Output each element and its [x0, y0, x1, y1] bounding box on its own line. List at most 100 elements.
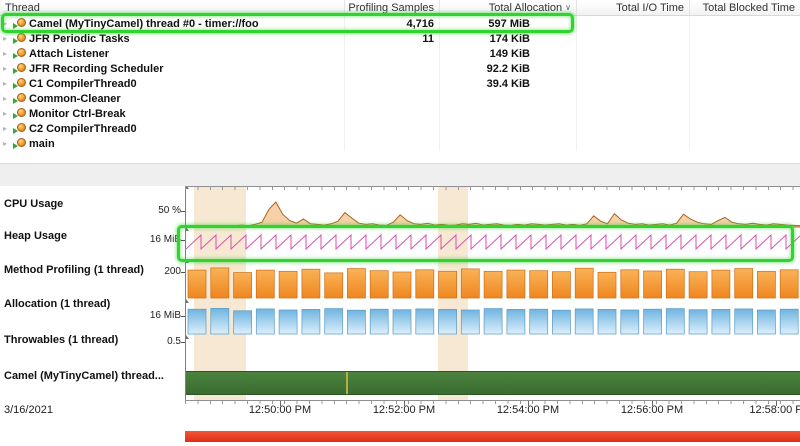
thread-name: Monitor Ctrl-Break — [29, 108, 126, 120]
axis-value-label: 16 MiB — [150, 310, 181, 321]
thread-name-cell: ▸JFR Periodic Tasks — [0, 31, 345, 46]
thread-name: Camel (MyTinyCamel) thread #0 - timer://… — [29, 18, 259, 30]
table-body: ▸ Camel (MyTinyCamel) thread #0 - timer:/… — [0, 16, 800, 151]
timeline-row-label-cpu-usage: CPU Usage — [4, 198, 63, 210]
column-header-label: Thread — [5, 2, 40, 14]
thread-ball-icon — [17, 18, 26, 27]
total-allocation-value: 597 MiB — [440, 16, 577, 31]
thread-name-cell: ▸JFR Recording Scheduler — [0, 61, 345, 76]
total-blocked-time-value — [690, 136, 800, 151]
thread-icon — [13, 78, 26, 89]
disclosure-triangle-icon[interactable]: ▸ — [3, 109, 10, 118]
thread-running-arrow-icon — [13, 23, 18, 29]
date-label: 3/16/2021 — [4, 404, 53, 416]
thread-icon — [13, 63, 26, 74]
total-blocked-time-value — [690, 76, 800, 91]
total-blocked-time-value — [690, 106, 800, 121]
threads-table: Thread Profiling Samples Total Allocation∨… — [0, 0, 800, 163]
table-row[interactable]: ▸ main — [0, 136, 800, 151]
disclosure-triangle-icon[interactable]: ▸ — [3, 49, 10, 58]
total-allocation-value — [440, 91, 577, 106]
thread-ball-icon — [17, 33, 26, 42]
thread-event-tick — [346, 372, 348, 394]
disclosure-triangle-icon[interactable]: ▸ — [3, 124, 10, 133]
disclosure-triangle-icon[interactable]: ▸ — [3, 94, 10, 103]
total-allocation-value: 39.4 KiB — [440, 76, 577, 91]
disclosure-triangle-icon[interactable]: ▸ — [3, 64, 10, 73]
thread-ball-icon — [17, 48, 26, 57]
thread-icon — [13, 108, 26, 119]
total-io-time-value — [577, 61, 690, 76]
disclosure-triangle-icon[interactable]: ▸ — [3, 139, 10, 148]
timeline-selection-bar[interactable] — [185, 431, 800, 442]
chart-heap-usage[interactable] — [186, 228, 800, 260]
timeline-row-label-heap-usage: Heap Usage — [4, 230, 67, 242]
thread-name-cell: ▸ Monitor Ctrl-Break — [0, 106, 345, 121]
chart-cpu-usage[interactable] — [186, 186, 800, 228]
profiler-window: Thread Profiling Samples Total Allocation∨… — [0, 0, 800, 446]
total-blocked-time-value — [690, 121, 800, 136]
profiling-samples-value: 11 — [345, 31, 440, 46]
sort-descending-icon: ∨ — [565, 3, 571, 12]
thread-name: C1 CompilerThread0 — [29, 78, 137, 90]
time-tick-label: 12:58:00 P — [749, 404, 800, 416]
table-row[interactable]: ▸ Common-Cleaner — [0, 91, 800, 106]
thread-running-arrow-icon — [13, 128, 18, 134]
total-io-time-value — [577, 136, 690, 151]
thread-ball-icon — [17, 138, 26, 147]
chart-throwables[interactable] — [186, 336, 800, 368]
axis-value-label: 50 % — [158, 205, 181, 216]
timeline-row-label-camel-mytinycamel-thread: Camel (MyTinyCamel) thread... — [4, 370, 164, 382]
total-allocation-value: 174 KiB — [440, 31, 577, 46]
total-blocked-time-value — [690, 16, 800, 31]
table-row[interactable]: ▸Attach Listener149 KiB — [0, 46, 800, 61]
timeline-chart-area[interactable] — [185, 186, 800, 400]
table-row[interactable]: ▸JFR Periodic Tasks11174 KiB — [0, 31, 800, 46]
table-row[interactable]: ▸ Camel (MyTinyCamel) thread #0 - timer:/… — [0, 16, 800, 31]
timeline-row-label-allocation-1-thread: Allocation (1 thread) — [4, 298, 110, 310]
table-row[interactable]: ▸ C1 CompilerThread0 39.4 KiB — [0, 76, 800, 91]
thread-icon — [13, 18, 26, 29]
disclosure-triangle-icon[interactable]: ▸ — [3, 19, 10, 28]
column-header-total-i-o-time[interactable]: Total I/O Time — [577, 0, 690, 15]
profiling-samples-value — [345, 76, 440, 91]
thread-running-arrow-icon — [13, 113, 18, 119]
timeline-row-label-throwables-1-thread: Throwables (1 thread) — [4, 334, 118, 346]
thread-running-arrow-icon — [13, 143, 18, 149]
column-header-profiling-samples[interactable]: Profiling Samples — [345, 0, 440, 15]
total-io-time-value — [577, 16, 690, 31]
column-header-label: Profiling Samples — [348, 2, 434, 14]
total-allocation-value — [440, 106, 577, 121]
timeline-labels: CPU Usage50 %Heap Usage16 MiBMethod Prof… — [0, 186, 185, 400]
table-row[interactable]: ▸ Monitor Ctrl-Break — [0, 106, 800, 121]
chart-method-profiling[interactable] — [186, 260, 800, 300]
table-row[interactable]: ▸JFR Recording Scheduler 92.2 KiB — [0, 61, 800, 76]
chart-allocation[interactable] — [186, 300, 800, 336]
column-header-total-allocation[interactable]: Total Allocation∨ — [440, 0, 577, 15]
profiling-samples-value: 4,716 — [345, 16, 440, 31]
column-header-label: Total I/O Time — [616, 2, 684, 14]
column-header-label: Total Blocked Time — [703, 2, 795, 14]
camel-thread-activity-bar[interactable] — [186, 371, 800, 395]
disclosure-triangle-icon[interactable]: ▸ — [3, 79, 10, 88]
column-header-total-blocked-time[interactable]: Total Blocked Time — [690, 0, 800, 15]
thread-name-cell: ▸ Common-Cleaner — [0, 91, 345, 106]
axis-arrow-icon — [185, 299, 189, 303]
axis-arrow-icon — [185, 259, 189, 263]
thread-icon — [13, 48, 26, 59]
thread-icon — [13, 123, 26, 134]
total-blocked-time-value — [690, 61, 800, 76]
total-io-time-value — [577, 121, 690, 136]
table-row[interactable]: ▸C2 CompilerThread0 — [0, 121, 800, 136]
thread-name-cell: ▸ C1 CompilerThread0 — [0, 76, 345, 91]
axis-arrow-icon — [185, 335, 189, 339]
thread-name: main — [29, 138, 55, 150]
disclosure-triangle-icon[interactable]: ▸ — [3, 34, 10, 43]
thread-name: Common-Cleaner — [29, 93, 121, 105]
column-header-thread[interactable]: Thread — [0, 0, 345, 15]
total-allocation-value: 92.2 KiB — [440, 61, 577, 76]
total-allocation-value — [440, 121, 577, 136]
thread-ball-icon — [17, 63, 26, 72]
profiling-samples-value — [345, 106, 440, 121]
thread-name-cell: ▸C2 CompilerThread0 — [0, 121, 345, 136]
